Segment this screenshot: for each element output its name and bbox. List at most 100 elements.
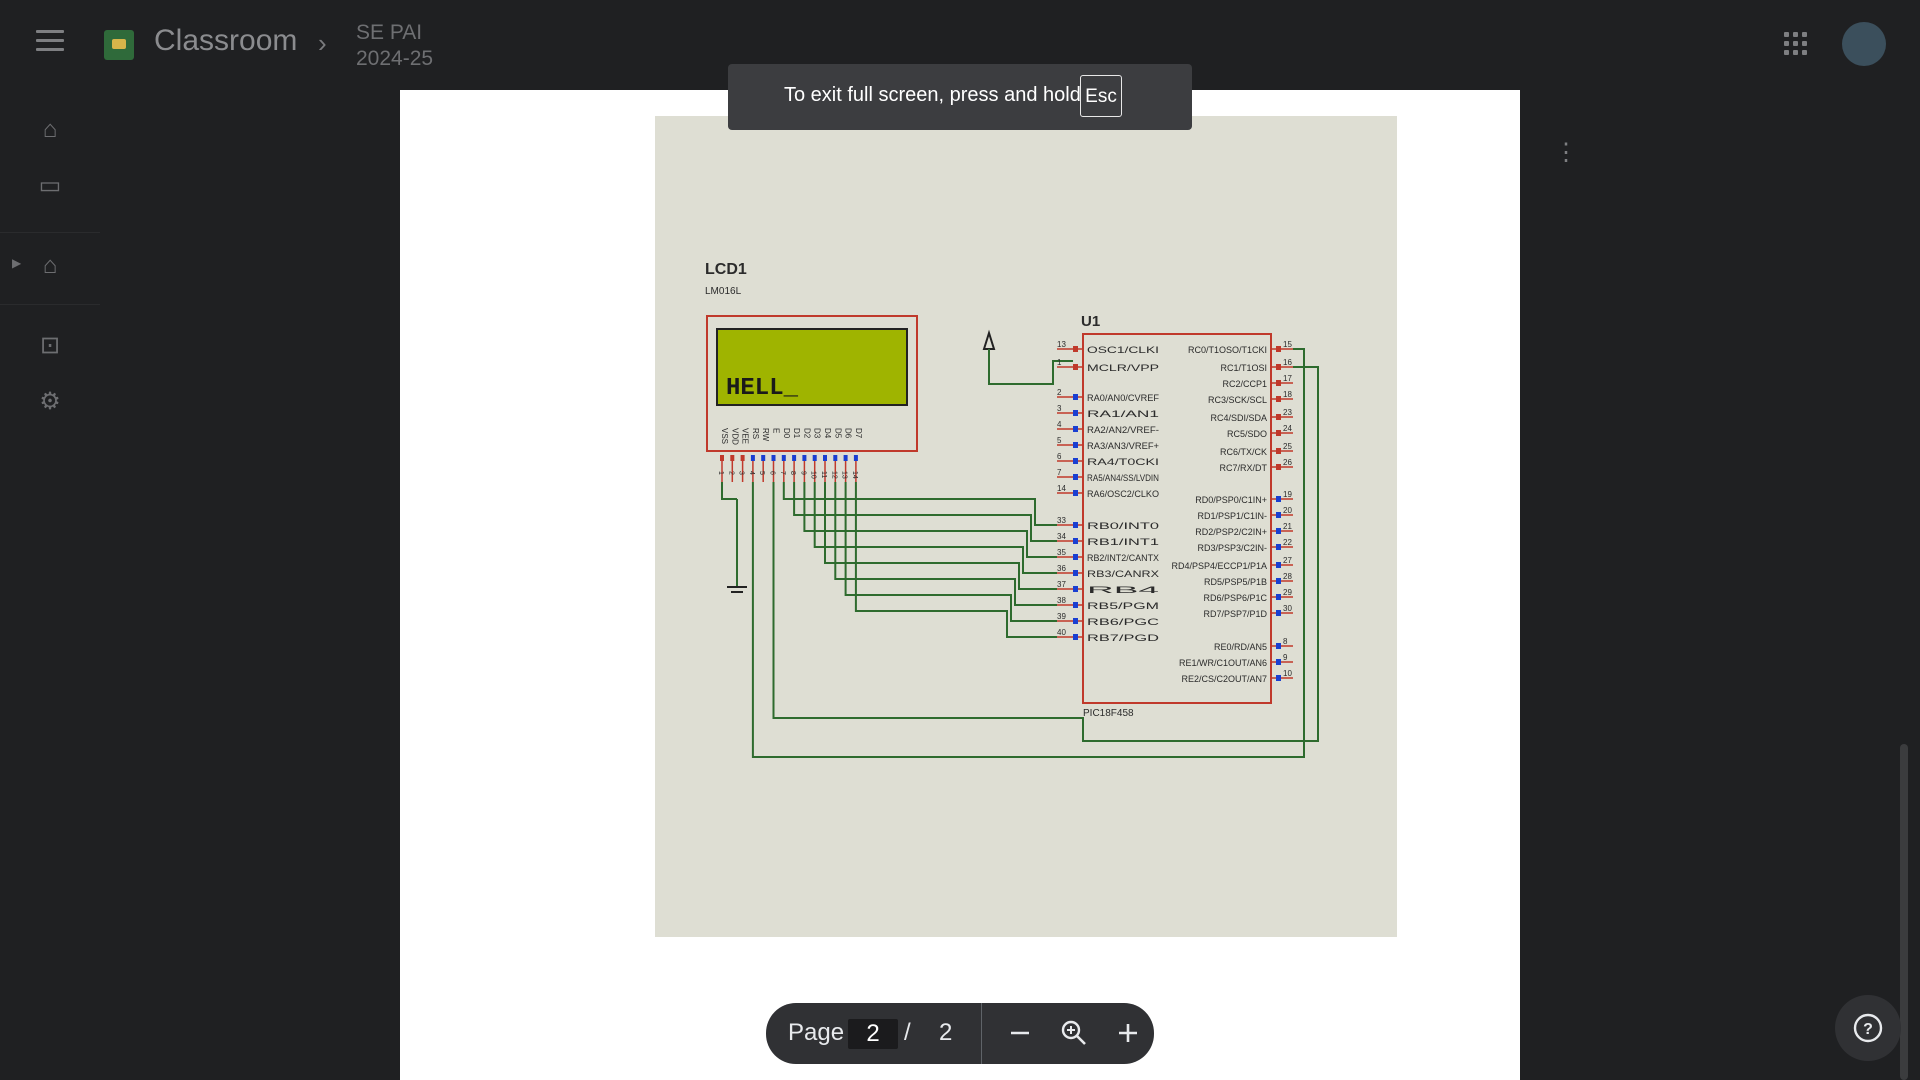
help-button[interactable]: ? (1835, 995, 1901, 1061)
mcu-pin-name: RB5/PGM (1087, 601, 1159, 611)
mcu-pin-marker (1073, 394, 1078, 400)
mcu-pin-name: RD5/PSP5/P1B (1204, 577, 1267, 587)
mcu-pin-number: 7 (1057, 468, 1062, 477)
lcd-pin-number: 14 (851, 471, 858, 479)
mcu-pin-name: RC0/T1OSO/T1CKI (1188, 345, 1267, 355)
mcu-pin-number: 9 (1283, 653, 1288, 662)
zoom-fit-button[interactable] (1058, 1017, 1090, 1049)
lcd-pin-number: 9 (799, 471, 806, 475)
mcu-pin-number: 37 (1057, 580, 1066, 589)
mcu-pin-number: 28 (1283, 572, 1292, 581)
mcu-pin-marker (1276, 578, 1281, 584)
main-menu-icon[interactable] (36, 30, 64, 52)
mcu-pin-number: 2 (1057, 388, 1062, 397)
mcu-pin-name: RD0/PSP0/C1IN+ (1195, 495, 1267, 505)
bus-wire (793, 482, 1057, 542)
vss-wire (721, 482, 737, 500)
mcu-pin-marker (1073, 538, 1078, 544)
class-name-line1: SE PAI (356, 21, 423, 44)
fullscreen-toast: To exit full screen, press and hold Esc (728, 64, 1192, 130)
lcd-pin-label: VEE (741, 428, 750, 444)
lcd-pin-number: 5 (758, 471, 765, 475)
lcd-pin-marker (720, 455, 724, 461)
chevron-right-icon: › (318, 28, 327, 58)
mcu-pin-marker (1073, 554, 1078, 560)
page-number-input[interactable]: 2 (848, 1019, 898, 1049)
mcu-pin-number: 23 (1283, 408, 1292, 417)
zoom-in-button[interactable] (1112, 1017, 1144, 1049)
lcd-pins: VSS 1 VDD 2 VEE 3 RS 4 RW 5 E 6 D0 7 D1 8 D2 9 D3 10 D4 11 D5 1… (717, 428, 863, 482)
lcd-pin-marker (792, 455, 797, 461)
lcd-pin-number: 11 (820, 471, 827, 478)
calendar-icon[interactable]: ▭ (36, 172, 64, 200)
mcu-pin-number: 3 (1057, 404, 1062, 413)
mcu-pin-marker (1276, 496, 1281, 502)
lcd-pin-marker (740, 455, 745, 461)
mcu-pin-number: 1 (1057, 358, 1062, 367)
page-scrollbar[interactable] (1900, 744, 1908, 1080)
mcu-pin-name: RD3/PSP3/C2IN- (1197, 543, 1267, 553)
mcu-pin-number: 27 (1283, 556, 1292, 565)
lcd-pin-marker (823, 455, 827, 461)
account-avatar[interactable] (1842, 22, 1886, 66)
esc-key-hint: Esc (1080, 75, 1122, 117)
expand-chevron-icon[interactable]: ▶ (12, 256, 21, 270)
mcu-pin-name: RC2/CCP1 (1222, 379, 1267, 389)
mcu-pin-name: RB0/INT0 (1087, 521, 1159, 531)
mcu-pin-number: 40 (1057, 628, 1066, 637)
mcu-pin-name: RA4/T0CKI (1087, 457, 1159, 467)
lcd-pin-marker (730, 455, 735, 461)
mcu-pin-marker (1276, 610, 1281, 616)
mcu-pin-name: RC7/RX/DT (1219, 463, 1267, 473)
mcu-pin-marker (1073, 602, 1078, 608)
mcu-pin-marker (1276, 430, 1281, 436)
mcu-pin-marker (1073, 490, 1078, 496)
lcd-pin-label: VDD (730, 428, 739, 445)
mcu-pin-marker (1073, 618, 1078, 624)
mcu-right-pins: 15 RC0/T1OSO/T1CKI 16 RC1/T1OSI 17 RC2/CCP1 18… (1171, 340, 1293, 684)
more-options-icon[interactable]: ⋮ (1554, 138, 1578, 167)
archived-icon[interactable]: ⊡ (36, 332, 64, 360)
mcu-pin-name: RE0/RD/AN5 (1214, 642, 1267, 652)
sidebar-divider (0, 232, 100, 233)
mcu-pin-name: RA1/AN1 (1087, 409, 1159, 419)
mcu-pin-marker (1276, 464, 1281, 470)
settings-icon[interactable]: ⚙ (36, 388, 64, 416)
schematic-svg: LCD1 LM016L HELL_ VSS 1 VDD 2 VEE 3 RS 4 RW 5 E 6 D0… (705, 261, 1319, 758)
mcu-pin-number: 38 (1057, 596, 1066, 605)
home-icon[interactable]: ⌂ (36, 116, 64, 144)
mcu-pin-number: 26 (1283, 458, 1292, 467)
page-controls: Page 2 / 2 (766, 1003, 1154, 1064)
mcu-pin-name: RC1/T1OSI (1220, 363, 1267, 373)
class-name[interactable]: SE PAI 2024-25 (356, 20, 433, 72)
enrolled-classes-icon[interactable]: ⌂ (36, 252, 64, 280)
app-title[interactable]: Classroom (154, 24, 297, 58)
google-apps-icon[interactable] (1784, 32, 1808, 56)
lcd-pin-number: 12 (830, 471, 837, 479)
zoom-icon (1061, 1020, 1086, 1045)
mcu-pin-number: 22 (1283, 538, 1292, 547)
lcd-pin-marker (750, 455, 755, 461)
mcu-pin-name: RD7/PSP7/P1D (1203, 609, 1267, 619)
bus-wire (844, 482, 1057, 622)
mcu-pin-marker (1073, 364, 1078, 370)
mcu-pin-name: RA6/OSC2/CLKO (1087, 489, 1159, 499)
plus-icon (1119, 1024, 1137, 1042)
lcd-pin-marker (781, 455, 786, 461)
mcu-pin-name: RC3/SCK/SCL (1208, 395, 1267, 405)
mcu-pin-name: RD1/PSP1/C1IN- (1197, 511, 1267, 521)
mcu-pin-number: 14 (1057, 484, 1066, 493)
mcu-pin-name: RD2/PSP2/C2IN+ (1195, 527, 1267, 537)
mcu-pin-marker (1073, 522, 1078, 528)
lcd-pin-number: 10 (810, 471, 817, 479)
mcu-pin-name: RA0/AN0/CVREF (1087, 393, 1160, 403)
lcd-pin-number: 3 (738, 471, 745, 475)
zoom-out-button[interactable] (1004, 1017, 1036, 1049)
lcd-pin-label: D6 (844, 428, 853, 439)
total-pages: 2 (939, 1019, 953, 1046)
mcu-pin-number: 39 (1057, 612, 1066, 621)
mcu-pin-number: 16 (1283, 358, 1292, 367)
lcd-pin-label: E (772, 428, 781, 433)
mcu-pin-name: RE1/WR/C1OUT/AN6 (1179, 658, 1267, 668)
classroom-logo[interactable] (104, 30, 134, 60)
